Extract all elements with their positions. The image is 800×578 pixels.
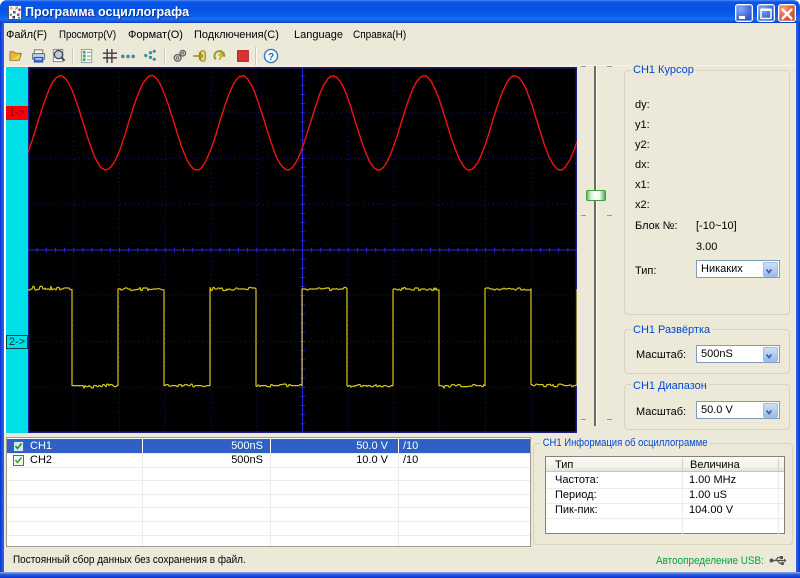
svg-text:?: ? (268, 52, 274, 63)
